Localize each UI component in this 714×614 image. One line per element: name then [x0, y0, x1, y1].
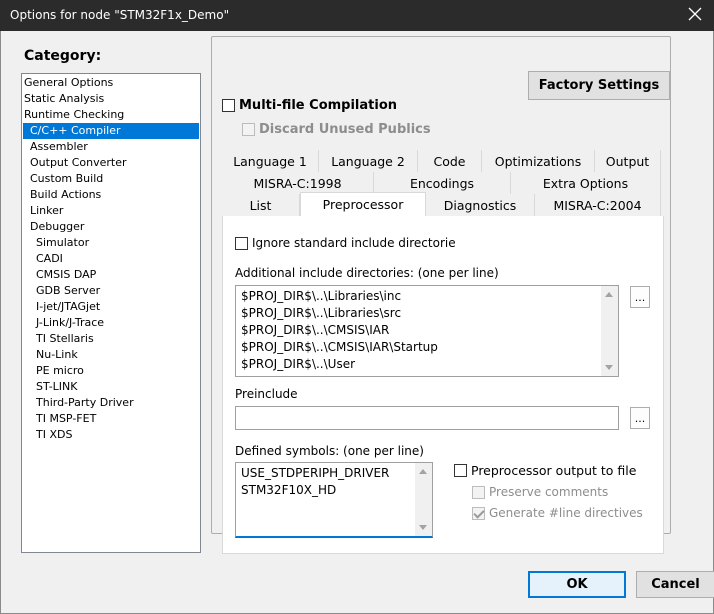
- tab-list[interactable]: List: [222, 194, 300, 216]
- category-item[interactable]: Assembler: [30, 139, 88, 155]
- category-item[interactable]: C/C++ Compiler: [23, 123, 199, 139]
- scroll-up-icon[interactable]: [419, 469, 427, 474]
- discard-unused-label: Discard Unused Publics: [259, 122, 431, 137]
- scroll-up-icon[interactable]: [605, 292, 613, 297]
- category-item[interactable]: CMSIS DAP: [36, 267, 96, 283]
- ignore-std-include-checkbox[interactable]: Ignore standard include directories: [235, 236, 456, 250]
- scroll-down-icon[interactable]: [605, 365, 613, 370]
- vertical-scrollbar[interactable]: [415, 463, 432, 536]
- include-dirs-textarea[interactable]: $PROJ_DIR$\..\Libraries\inc $PROJ_DIR$\..…: [235, 285, 619, 377]
- include-dir-line: $PROJ_DIR$\..\Libraries\src: [241, 306, 402, 320]
- title-bar: Options for node "STM32F1x_Demo": [0, 0, 714, 31]
- tab-optimizations[interactable]: Optimizations: [482, 150, 595, 172]
- window-title: Options for node "STM32F1x_Demo": [10, 8, 230, 22]
- tab-extra-options[interactable]: Extra Options: [511, 172, 661, 194]
- category-item[interactable]: ST-LINK: [36, 379, 77, 395]
- include-dir-line: $PROJ_DIR$\..\Libraries\inc: [241, 289, 402, 303]
- defined-symbol-line: USE_STDPERIPH_DRIVER: [241, 466, 390, 480]
- include-dirs-browse-button[interactable]: ...: [630, 286, 650, 308]
- category-item[interactable]: Third-Party Driver: [36, 395, 134, 411]
- preserve-comments-label: Preserve comments: [489, 485, 609, 499]
- category-list[interactable]: General Options Static Analysis Runtime Ch…: [21, 73, 201, 553]
- ignore-std-label: Ignore standard include directories: [252, 236, 456, 250]
- category-item[interactable]: Nu-Link: [36, 347, 78, 363]
- checkbox-box: [472, 506, 485, 520]
- category-item[interactable]: GDB Server: [36, 283, 100, 299]
- close-icon[interactable]: [686, 5, 704, 23]
- factory-settings-button[interactable]: Factory Settings: [528, 71, 670, 100]
- tab-misra-c-1998[interactable]: MISRA-C:1998: [222, 172, 374, 194]
- generate-line-directives-checkbox[interactable]: Generate #line directives: [472, 506, 643, 520]
- tab-language-2[interactable]: Language 2: [319, 150, 418, 172]
- category-item[interactable]: TI Stellaris: [36, 331, 94, 347]
- generate-line-label: Generate #line directives: [489, 506, 643, 520]
- vertical-scrollbar[interactable]: [601, 286, 618, 376]
- tab-language-1[interactable]: Language 1: [222, 150, 319, 172]
- discard-unused-publics-checkbox[interactable]: Discard Unused Publics: [242, 122, 431, 137]
- checkbox-box: [472, 485, 485, 499]
- category-item[interactable]: TI XDS: [36, 427, 72, 443]
- category-item[interactable]: Debugger: [30, 219, 84, 235]
- include-dir-line: $PROJ_DIR$\..\CMSIS\IAR: [241, 323, 390, 337]
- category-item[interactable]: Linker: [30, 203, 63, 219]
- include-dirs-label: Additional include directories: (one per…: [235, 266, 499, 280]
- category-label: Category:: [24, 48, 102, 64]
- preinclude-input[interactable]: [235, 406, 619, 430]
- include-dir-line: $PROJ_DIR$\..\User: [241, 357, 356, 371]
- preinclude-browse-button[interactable]: ...: [630, 407, 650, 429]
- preserve-comments-checkbox[interactable]: Preserve comments: [472, 485, 608, 499]
- category-item[interactable]: Custom Build: [30, 171, 103, 187]
- include-dir-line: $PROJ_DIR$\..\CMSIS\IAR\Startup: [241, 340, 438, 354]
- checkbox-box: [222, 99, 235, 112]
- ok-button[interactable]: OK: [528, 571, 626, 598]
- tab-misra-c-2004[interactable]: MISRA-C:2004: [535, 194, 661, 216]
- tab-diagnostics[interactable]: Diagnostics: [426, 194, 535, 216]
- category-item[interactable]: Runtime Checking: [24, 107, 124, 123]
- scroll-down-icon[interactable]: [419, 525, 427, 530]
- checkbox-box: [242, 123, 255, 136]
- category-item[interactable]: Simulator: [36, 235, 89, 251]
- category-item[interactable]: TI MSP-FET: [36, 411, 96, 427]
- multi-file-compilation-checkbox[interactable]: Multi-file Compilation: [222, 98, 397, 113]
- checkbox-box: [235, 236, 248, 250]
- tab-output[interactable]: Output: [595, 150, 661, 172]
- checkbox-box: [454, 464, 467, 477]
- tab-code[interactable]: Code: [418, 150, 482, 172]
- preprocessor-output-checkbox[interactable]: Preprocessor output to file: [454, 463, 636, 478]
- category-item[interactable]: Static Analysis: [24, 91, 104, 107]
- category-item[interactable]: Output Converter: [30, 155, 127, 171]
- defined-symbols-textarea[interactable]: USE_STDPERIPH_DRIVER STM32F10X_HD: [235, 462, 433, 538]
- defined-symbols-label: Defined symbols: (one per line): [235, 444, 424, 458]
- category-item[interactable]: Build Actions: [30, 187, 101, 203]
- category-item[interactable]: J-Link/J-Trace: [36, 315, 104, 331]
- category-item[interactable]: General Options: [24, 75, 113, 91]
- category-item[interactable]: PE micro: [36, 363, 84, 379]
- category-item[interactable]: CADI: [36, 251, 63, 267]
- multi-file-label: Multi-file Compilation: [239, 98, 398, 113]
- preinclude-value: [236, 407, 618, 424]
- pp-output-label: Preprocessor output to file: [471, 463, 637, 478]
- tab-encodings[interactable]: Encodings: [374, 172, 511, 194]
- preinclude-label: Preinclude: [235, 387, 298, 401]
- cancel-button[interactable]: Cancel: [636, 571, 714, 598]
- tab-preprocessor[interactable]: Preprocessor: [300, 192, 426, 216]
- defined-symbol-line: STM32F10X_HD: [241, 483, 337, 497]
- category-item[interactable]: I-jet/JTAGjet: [36, 299, 100, 315]
